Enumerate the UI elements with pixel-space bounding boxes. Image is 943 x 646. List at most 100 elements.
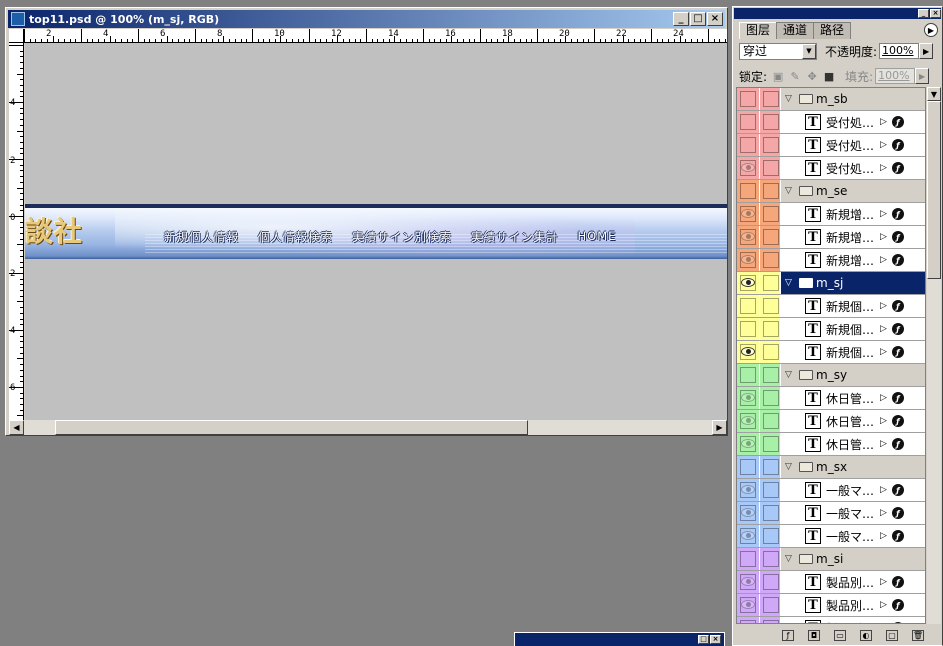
scrollbar-thumb[interactable] (927, 101, 941, 279)
link-toggle[interactable] (759, 226, 780, 248)
text-layer-row[interactable]: T 新規個… ▷ ƒ (737, 318, 925, 341)
eye-icon[interactable] (741, 209, 755, 218)
link-toggle[interactable] (759, 111, 780, 133)
expand-triangle-icon[interactable]: ▽ (785, 94, 799, 104)
effects-expand-icon[interactable]: ▷ (880, 416, 887, 426)
visibility-toggle[interactable] (737, 571, 759, 593)
eye-icon[interactable] (741, 278, 755, 287)
layer-effects-icon[interactable]: ƒ (891, 139, 904, 151)
link-toggle[interactable] (759, 249, 780, 271)
eye-icon[interactable] (741, 485, 755, 494)
add-style-icon[interactable]: ƒ (782, 629, 794, 641)
link-toggle[interactable] (759, 157, 780, 179)
eye-icon[interactable] (741, 508, 755, 517)
text-layer-row[interactable]: T 一般マ… ▷ ƒ (737, 502, 925, 525)
visibility-toggle[interactable] (737, 594, 759, 616)
effects-expand-icon[interactable]: ▷ (880, 393, 887, 403)
effects-expand-icon[interactable]: ▷ (880, 301, 887, 311)
visibility-toggle[interactable] (737, 456, 759, 478)
layer-group-row[interactable]: ▽ m_sb (737, 88, 925, 111)
eye-icon[interactable] (741, 577, 755, 586)
visibility-toggle[interactable] (737, 341, 759, 363)
scroll-left-arrow-icon[interactable]: ◀ (9, 420, 24, 435)
lock-paint-icon[interactable]: ✎ (789, 70, 801, 83)
text-layer-row[interactable]: T 製品別… ▷ ƒ (737, 571, 925, 594)
secondary-maximize-button[interactable]: □ (698, 635, 709, 644)
link-toggle[interactable] (759, 525, 780, 547)
visibility-toggle[interactable] (737, 180, 759, 202)
layer-effects-icon[interactable]: ƒ (891, 162, 904, 174)
expand-triangle-icon[interactable]: ▽ (785, 462, 799, 472)
link-toggle[interactable] (759, 134, 780, 156)
text-layer-row[interactable]: T 新規增… ▷ ƒ (737, 249, 925, 272)
expand-triangle-icon[interactable]: ▽ (785, 370, 799, 380)
secondary-close-button[interactable]: × (710, 635, 721, 644)
palette-menu-arrow-icon[interactable]: ▶ (924, 23, 938, 37)
link-toggle[interactable] (759, 456, 780, 478)
visibility-toggle[interactable] (737, 88, 759, 110)
eye-icon[interactable] (741, 600, 755, 609)
layer-effects-icon[interactable]: ƒ (891, 576, 904, 588)
lock-transparency-icon[interactable]: ▣ (772, 70, 784, 83)
scroll-down-arrow-icon[interactable]: ▼ (927, 87, 941, 101)
link-toggle[interactable] (759, 272, 780, 294)
layer-group-row[interactable]: ▽ m_si (737, 548, 925, 571)
link-toggle[interactable] (759, 617, 780, 623)
fill-field[interactable]: 100% (875, 68, 916, 84)
link-toggle[interactable] (759, 203, 780, 225)
text-layer-row[interactable]: T 受付処… ▷ ƒ (737, 157, 925, 180)
visibility-toggle[interactable] (737, 525, 759, 547)
effects-expand-icon[interactable]: ▷ (880, 531, 887, 541)
eye-icon[interactable] (741, 439, 755, 448)
visibility-toggle[interactable] (737, 502, 759, 524)
scrollbar-thumb[interactable] (55, 420, 528, 435)
visibility-toggle[interactable] (737, 617, 759, 624)
visibility-toggle[interactable] (737, 272, 759, 294)
ruler-origin[interactable] (9, 29, 24, 43)
effects-expand-icon[interactable]: ▷ (880, 324, 887, 334)
visibility-toggle[interactable] (737, 479, 759, 501)
layer-effects-icon[interactable]: ƒ (891, 507, 904, 519)
opacity-field[interactable]: 100% (879, 43, 920, 59)
text-layer-row[interactable]: T 休日管… ▷ ƒ (737, 410, 925, 433)
effects-expand-icon[interactable]: ▷ (880, 577, 887, 587)
layer-group-row[interactable]: ▽ m_sj (737, 272, 925, 295)
eye-icon[interactable] (741, 163, 755, 172)
new-group-icon[interactable]: ▭ (834, 629, 846, 641)
visibility-toggle[interactable] (737, 387, 759, 409)
text-layer-row[interactable]: T 一般マ… ▷ ƒ (737, 525, 925, 548)
visibility-toggle[interactable] (737, 157, 759, 179)
document-canvas[interactable]: 談社 新規個人情報 個人情報検索 実績サイン別検索 実績サイン集計 HOME (25, 43, 727, 420)
opacity-slider-arrow-icon[interactable]: ▶ (919, 43, 934, 59)
layer-effects-icon[interactable]: ƒ (891, 300, 904, 312)
new-layer-icon[interactable]: ▢ (886, 629, 898, 641)
link-toggle[interactable] (759, 548, 780, 570)
layer-effects-icon[interactable]: ƒ (891, 484, 904, 496)
effects-expand-icon[interactable]: ▷ (880, 485, 887, 495)
layer-effects-icon[interactable]: ƒ (891, 208, 904, 220)
chevron-down-icon[interactable]: ▼ (802, 43, 816, 59)
link-toggle[interactable] (759, 295, 780, 317)
tab-paths[interactable]: 路径 (813, 22, 852, 39)
link-toggle[interactable] (759, 410, 780, 432)
visibility-toggle[interactable] (737, 111, 759, 133)
expand-triangle-icon[interactable]: ▽ (785, 186, 799, 196)
visibility-toggle[interactable] (737, 410, 759, 432)
eye-icon[interactable] (741, 531, 755, 540)
link-toggle[interactable] (759, 387, 780, 409)
link-toggle[interactable] (759, 341, 780, 363)
eye-icon[interactable] (741, 623, 755, 624)
visibility-toggle[interactable] (737, 364, 759, 386)
tab-channels[interactable]: 通道 (776, 22, 815, 39)
eye-icon[interactable] (741, 393, 755, 402)
layer-effects-icon[interactable]: ƒ (891, 530, 904, 542)
expand-triangle-icon[interactable]: ▽ (785, 554, 799, 564)
add-mask-icon[interactable]: ◘ (808, 629, 820, 641)
text-layer-row[interactable]: T 受付処… ▷ ƒ (737, 134, 925, 157)
layer-effects-icon[interactable]: ƒ (891, 346, 904, 358)
layer-effects-icon[interactable]: ƒ (891, 392, 904, 404)
palette-title-bar[interactable]: _ × (734, 8, 941, 19)
link-toggle[interactable] (759, 180, 780, 202)
layer-effects-icon[interactable]: ƒ (891, 231, 904, 243)
minimize-button[interactable]: _ (673, 12, 689, 26)
